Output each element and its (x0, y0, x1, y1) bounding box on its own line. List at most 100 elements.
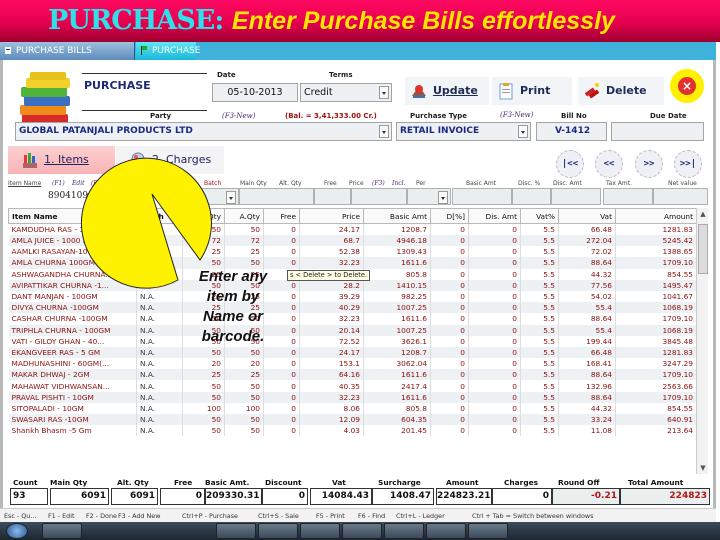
main-qty-input[interactable] (239, 188, 314, 205)
taskbar-item[interactable] (468, 523, 508, 539)
table-row[interactable]: SITOPALADI - 10GM N.A. 100 100 0 8.06 805.8 0 0 5… (8, 402, 697, 414)
table-cell: 1068.19 (615, 324, 697, 336)
column-header[interactable]: Item Name (8, 208, 137, 224)
column-header[interactable]: M.Qty (182, 208, 225, 224)
terms-select[interactable]: Credit (300, 83, 392, 102)
purchase-type-select[interactable]: RETAIL INVOICE (396, 122, 531, 141)
entry-label-basic-amt: Basic Amt (466, 180, 497, 187)
chevron-down-icon[interactable] (226, 191, 236, 204)
per-select[interactable] (407, 188, 451, 205)
column-header[interactable]: Vat (558, 208, 616, 224)
table-cell: N.A. (136, 257, 183, 269)
table-cell: 1281.83 (615, 223, 697, 235)
table-row[interactable]: EKANGVEER RAS - 5 GM N.A. 50 50 0 24.17 1208.7… (8, 346, 697, 359)
table-cell: 0 (430, 402, 469, 414)
taskbar-item[interactable] (300, 523, 340, 539)
price-input[interactable] (351, 188, 407, 205)
alt-qty-input[interactable] (314, 188, 351, 205)
table-row[interactable]: DIVYA CHURNA -100GM N.A. 25 25 0 40.29 1007.25… (8, 302, 697, 314)
table-row[interactable]: AVIPATTIKAR CHURNA -1... N.A. 50 50 0 28.2 141… (8, 279, 697, 291)
table-cell: 5.5 (520, 268, 559, 280)
column-header[interactable]: Price (299, 208, 364, 224)
table-cell: 50 (182, 223, 225, 235)
next-record-button[interactable]: >> (635, 150, 663, 178)
table-cell: 72.52 (299, 335, 364, 347)
column-header[interactable]: A.Qty (224, 208, 264, 224)
net-value-input[interactable] (653, 188, 708, 205)
table-cell: 5.5 (520, 391, 559, 403)
chevron-down-icon[interactable] (379, 125, 389, 138)
document-icon (5, 47, 11, 54)
table-row[interactable]: Shankh Bhasm -5 Gm N.A. 50 50 0 4.03 201.45 0 0 5… (8, 425, 697, 437)
item-name-input[interactable]: 8904109466021 (8, 188, 160, 205)
previous-record-button[interactable]: << (595, 150, 623, 178)
tab-purchase[interactable]: PURCHASE (136, 42, 200, 60)
last-record-button[interactable]: >>| (674, 150, 702, 178)
table-row[interactable]: PRAVAL PISHTI - 10GM N.A. 50 50 0 32.23 1611.6… (8, 391, 697, 403)
grid-scrollbar[interactable]: ▲ ▼ (696, 208, 708, 474)
party-select[interactable]: GLOBAL PATANJALI PRODUCTS LTD (15, 122, 392, 141)
taskbar-item[interactable] (384, 523, 424, 539)
batch-select[interactable] (161, 188, 239, 205)
table-row[interactable]: CASHAR CHURNA -100GM N.A. 50 50 0 32.23 1611.6… (8, 313, 697, 325)
update-button[interactable]: Update (405, 77, 489, 105)
table-cell: 0 (263, 414, 300, 426)
table-row[interactable]: MAHAWAT VIDHWANSAN... N.A. 50 50 0 40.35 2417.… (8, 380, 697, 392)
table-cell: N.A. (136, 335, 183, 347)
table-row[interactable]: AAMLKI RASAYAN-100GM N.A. 25 25 0 52.38 1309.4… (8, 246, 697, 258)
table-row[interactable]: AMLA CHURNA 100GM N.A. 50 50 0 32.23 1611.6 0 0 5… (8, 257, 697, 269)
disc-pct-input[interactable] (512, 188, 551, 205)
taskbar-item[interactable] (426, 523, 466, 539)
chevron-down-icon[interactable] (438, 191, 448, 204)
table-row[interactable]: AMLA JUICE - 1000 ML N.A. 72 72 0 68.7 4946.18… (8, 235, 697, 247)
print-button[interactable]: Print (492, 77, 572, 105)
first-record-button[interactable]: |<< (556, 150, 584, 178)
tax-amt-input[interactable] (603, 188, 653, 205)
table-row[interactable]: VATI - GILOY GHAN - 40... N.A. 50 50 0 72.52 3… (8, 335, 697, 347)
column-header[interactable]: Dis. Amt (468, 208, 521, 224)
column-header[interactable]: Amount (615, 208, 697, 224)
tab-charges[interactable]: 2. Charges (116, 146, 224, 174)
column-header[interactable]: D[%] (430, 208, 469, 224)
due-date-field[interactable] (611, 122, 704, 141)
table-cell: 640.91 (615, 414, 697, 426)
table-cell: 1208.7 (363, 223, 431, 235)
bill-no-field[interactable]: V-1412 (536, 122, 607, 141)
table-cell: 5.5 (520, 358, 559, 370)
taskbar-item[interactable] (342, 523, 382, 539)
taskbar-item[interactable] (216, 523, 256, 539)
basic-amt-input[interactable] (452, 188, 512, 205)
column-header[interactable]: Vat% (520, 208, 559, 224)
tab-purchase-bills[interactable]: PURCHASE BILLS (0, 42, 135, 60)
table-cell: N.A. (136, 268, 183, 280)
tab-items[interactable]: 1. Items (8, 146, 115, 174)
column-header[interactable]: Basic Amt (363, 208, 431, 224)
table-row[interactable]: TRIPHLA CHURNA - 100GM N.A. 50 50 0 20.14 1007… (8, 324, 697, 336)
taskbar-item[interactable] (258, 523, 298, 539)
chevron-down-icon[interactable] (379, 86, 389, 99)
start-button[interactable] (6, 523, 28, 539)
table-row[interactable]: DANT MANJAN - 100GM N.A. 25 25 0 39.29 982.25 0… (8, 290, 697, 303)
taskbar-item[interactable] (42, 523, 82, 539)
column-header[interactable]: Batch (136, 208, 183, 224)
scroll-down-icon[interactable]: ▼ (697, 462, 709, 474)
table-row[interactable]: MADHUNASHINI - 60GM(... N.A. 20 20 0 153.1 306… (8, 358, 697, 370)
column-header[interactable]: Free (263, 208, 300, 224)
table-row[interactable]: SWASARI RAS -10GM N.A. 50 50 0 12.09 604.35 0 0 5… (8, 414, 697, 426)
date-field[interactable]: 05-10-2013 (212, 83, 298, 102)
delete-button[interactable]: Delete (578, 77, 664, 105)
close-button[interactable]: × (670, 69, 704, 103)
totals-label: Alt. Qty (117, 478, 149, 487)
table-cell: N.A. (136, 235, 183, 247)
totals-label: Basic Amt. (205, 478, 250, 487)
table-cell: 50 (182, 414, 225, 426)
chevron-down-icon[interactable] (518, 125, 528, 138)
table-row[interactable]: MAKAR DHWAJ - 2GM N.A. 25 25 0 64.16 1611.6 0 0 5… (8, 369, 697, 381)
scroll-thumb[interactable] (698, 224, 708, 274)
disc-amt-input[interactable] (551, 188, 601, 205)
table-cell: EKANGVEER RAS - 5 GM (8, 346, 137, 359)
update-icon (412, 85, 426, 98)
table-cell: 0 (263, 358, 300, 370)
scroll-up-icon[interactable]: ▲ (697, 208, 709, 220)
table-row[interactable]: KAMDUDHA RAS - 10GM N.A. 50 50 0 24.17 1208.7 0… (8, 223, 697, 235)
